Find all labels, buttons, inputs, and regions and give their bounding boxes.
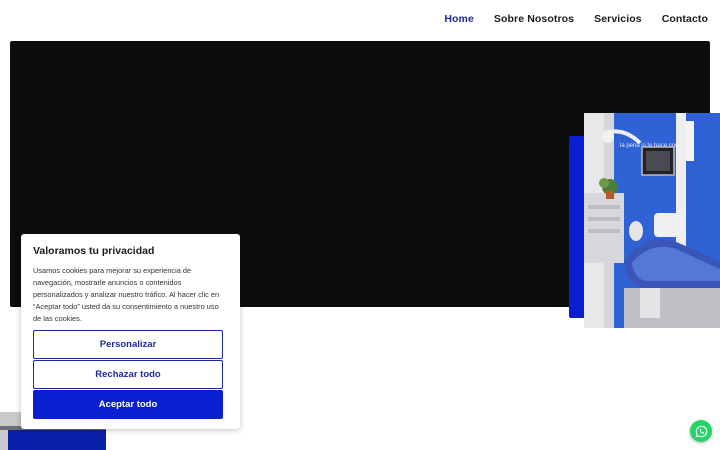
accept-all-button[interactable]: Aceptar todo: [33, 390, 223, 419]
nav-sobre-nosotros[interactable]: Sobre Nosotros: [494, 13, 574, 25]
whatsapp-button[interactable]: [690, 420, 712, 442]
main-navigation: Home Sobre Nosotros Servicios Contacto: [0, 0, 720, 40]
cookie-consent-banner: Valoramos tu privacidad Usamos cookies p…: [21, 234, 240, 429]
image-blue-area: [8, 430, 106, 450]
dental-chair-illustration: la pena si te hace sonr: [584, 113, 720, 328]
cookie-title: Valoramos tu privacidad: [33, 245, 155, 257]
whatsapp-icon: [695, 425, 707, 437]
cookie-description: Usamos cookies para mejorar su experienc…: [33, 266, 220, 323]
customize-button[interactable]: Personalizar: [33, 330, 223, 359]
nav-links: Home Sobre Nosotros Servicios Contacto: [444, 13, 708, 25]
reject-all-button[interactable]: Rechazar todo: [33, 360, 223, 389]
nav-contacto[interactable]: Contacto: [662, 13, 708, 25]
nav-servicios[interactable]: Servicios: [594, 13, 642, 25]
dental-clinic-photo: la pena si te hace sonr: [584, 113, 720, 328]
nav-home[interactable]: Home: [444, 13, 474, 25]
